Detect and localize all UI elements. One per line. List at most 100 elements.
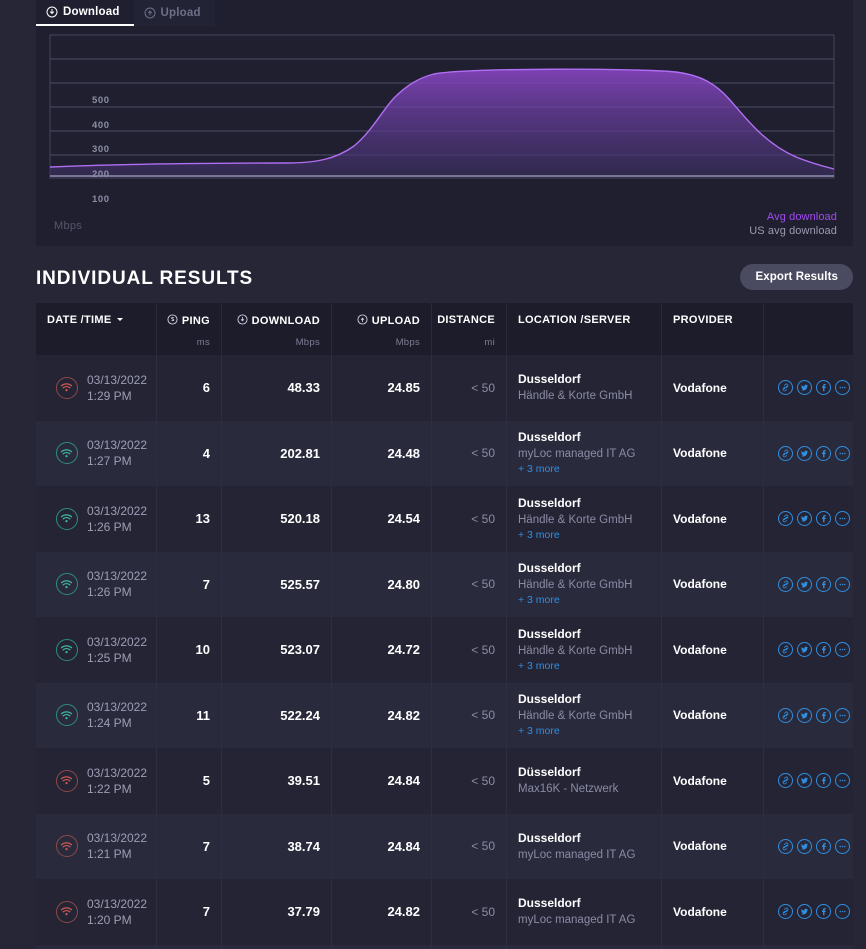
more-icon[interactable] bbox=[835, 511, 850, 526]
table-row[interactable]: 03/13/2022 1:19 PM 7 49.59 24.86 < 50 Du… bbox=[36, 945, 853, 949]
result-time: 1:26 PM bbox=[87, 584, 147, 600]
cell-download: 202.81 bbox=[222, 421, 332, 487]
cell-distance: < 50 bbox=[432, 879, 507, 945]
column-header-distance-unit: mi bbox=[484, 337, 495, 348]
link-icon[interactable] bbox=[778, 380, 793, 395]
download-value: 39.51 bbox=[222, 773, 320, 788]
cell-upload: 24.86 bbox=[332, 945, 432, 949]
twitter-icon[interactable] bbox=[797, 708, 812, 723]
chart-panel: Download Upload bbox=[36, 0, 853, 246]
provider-name: Vodafone bbox=[673, 839, 763, 853]
cell-ping: 7 bbox=[157, 552, 222, 618]
distance-value: < 50 bbox=[432, 577, 495, 591]
cell-location-server: Dusseldorf myLoc managed IT AG bbox=[507, 814, 662, 880]
ping-value: 6 bbox=[157, 380, 210, 395]
twitter-icon[interactable] bbox=[797, 446, 812, 461]
cell-provider: Vodafone bbox=[662, 486, 764, 552]
twitter-icon[interactable] bbox=[797, 839, 812, 854]
distance-value: < 50 bbox=[432, 446, 495, 460]
download-value: 48.33 bbox=[222, 380, 320, 395]
link-icon[interactable] bbox=[778, 446, 793, 461]
cell-download: 37.79 bbox=[222, 879, 332, 945]
link-icon[interactable] bbox=[778, 577, 793, 592]
table-row[interactable]: 03/13/2022 1:25 PM 10 523.07 24.72 < 50 … bbox=[36, 617, 853, 683]
more-servers-link[interactable]: + 3 more bbox=[518, 659, 661, 674]
cell-ping: 7 bbox=[157, 945, 222, 949]
link-icon[interactable] bbox=[778, 708, 793, 723]
facebook-icon[interactable] bbox=[816, 773, 831, 788]
link-icon[interactable] bbox=[778, 773, 793, 788]
column-header-location-server[interactable]: LOCATION /SERVER bbox=[507, 303, 662, 355]
more-servers-link[interactable]: + 3 more bbox=[518, 528, 661, 543]
twitter-icon[interactable] bbox=[797, 773, 812, 788]
link-icon[interactable] bbox=[778, 642, 793, 657]
sort-caret-icon[interactable] bbox=[116, 314, 124, 326]
cell-provider: Vodafone bbox=[662, 421, 764, 487]
column-header-download[interactable]: DOWNLOAD Mbps bbox=[222, 303, 332, 355]
column-header-ping[interactable]: PING ms bbox=[157, 303, 222, 355]
more-icon[interactable] bbox=[835, 773, 850, 788]
twitter-icon[interactable] bbox=[797, 642, 812, 657]
result-time: 1:20 PM bbox=[87, 912, 147, 928]
export-results-button[interactable]: Export Results bbox=[740, 264, 853, 290]
facebook-icon[interactable] bbox=[816, 904, 831, 919]
cell-distance: < 50 bbox=[432, 748, 507, 814]
column-header-distance[interactable]: DISTANCE mi bbox=[432, 303, 507, 355]
more-icon[interactable] bbox=[835, 577, 850, 592]
link-icon[interactable] bbox=[778, 839, 793, 854]
tab-download[interactable]: Download bbox=[36, 0, 134, 26]
more-servers-link[interactable]: + 3 more bbox=[518, 724, 661, 739]
more-icon[interactable] bbox=[835, 446, 850, 461]
cell-ping: 6 bbox=[157, 355, 222, 421]
more-icon[interactable] bbox=[835, 708, 850, 723]
table-row[interactable]: 03/13/2022 1:29 PM 6 48.33 24.85 < 50 Du… bbox=[36, 355, 853, 421]
facebook-icon[interactable] bbox=[816, 839, 831, 854]
cell-date-time: 03/13/2022 1:26 PM bbox=[36, 552, 157, 618]
cell-ping: 10 bbox=[157, 617, 222, 683]
table-row[interactable]: 03/13/2022 1:26 PM 13 520.18 24.54 < 50 … bbox=[36, 486, 853, 552]
server-name: myLoc managed IT AG bbox=[518, 912, 661, 928]
cell-distance: < 50 bbox=[432, 486, 507, 552]
facebook-icon[interactable] bbox=[816, 708, 831, 723]
twitter-icon[interactable] bbox=[797, 904, 812, 919]
location-name: Dusseldorf bbox=[518, 895, 661, 912]
more-icon[interactable] bbox=[835, 380, 850, 395]
provider-name: Vodafone bbox=[673, 774, 763, 788]
column-header-upload[interactable]: UPLOAD Mbps bbox=[332, 303, 432, 355]
link-icon[interactable] bbox=[778, 511, 793, 526]
more-icon[interactable] bbox=[835, 642, 850, 657]
twitter-icon[interactable] bbox=[797, 511, 812, 526]
cell-distance: < 50 bbox=[432, 683, 507, 749]
cell-ping: 7 bbox=[157, 879, 222, 945]
link-icon[interactable] bbox=[778, 904, 793, 919]
table-row[interactable]: 03/13/2022 1:26 PM 7 525.57 24.80 < 50 D… bbox=[36, 552, 853, 618]
more-icon[interactable] bbox=[835, 839, 850, 854]
twitter-icon[interactable] bbox=[797, 577, 812, 592]
table-row[interactable]: 03/13/2022 1:22 PM 5 39.51 24.84 < 50 Dü… bbox=[36, 748, 853, 814]
table-row[interactable]: 03/13/2022 1:27 PM 4 202.81 24.48 < 50 D… bbox=[36, 421, 853, 487]
facebook-icon[interactable] bbox=[816, 642, 831, 657]
more-servers-link[interactable]: + 3 more bbox=[518, 593, 661, 608]
download-value: 520.18 bbox=[222, 511, 320, 526]
tab-upload[interactable]: Upload bbox=[134, 0, 215, 26]
column-header-date-time[interactable]: DATE /TIME bbox=[36, 303, 157, 355]
location-name: Dusseldorf bbox=[518, 429, 661, 446]
result-time: 1:21 PM bbox=[87, 846, 147, 862]
results-header: INDIVIDUAL RESULTS Export Results bbox=[36, 262, 853, 298]
server-name: Händle & Korte GmbH bbox=[518, 643, 661, 659]
more-icon[interactable] bbox=[835, 904, 850, 919]
twitter-icon[interactable] bbox=[797, 380, 812, 395]
more-servers-link[interactable]: + 3 more bbox=[518, 462, 661, 477]
location-name: Dusseldorf bbox=[518, 830, 661, 847]
facebook-icon[interactable] bbox=[816, 446, 831, 461]
table-row[interactable]: 03/13/2022 1:24 PM 11 522.24 24.82 < 50 … bbox=[36, 683, 853, 749]
cell-date-time: 03/13/2022 1:26 PM bbox=[36, 486, 157, 552]
table-row[interactable]: 03/13/2022 1:21 PM 7 38.74 24.84 < 50 Du… bbox=[36, 814, 853, 880]
facebook-icon[interactable] bbox=[816, 511, 831, 526]
facebook-icon[interactable] bbox=[816, 577, 831, 592]
cell-provider: Vodafone bbox=[662, 748, 764, 814]
facebook-icon[interactable] bbox=[816, 380, 831, 395]
page-title: INDIVIDUAL RESULTS bbox=[36, 262, 853, 296]
table-row[interactable]: 03/13/2022 1:20 PM 7 37.79 24.82 < 50 Du… bbox=[36, 879, 853, 945]
column-header-provider[interactable]: PROVIDER bbox=[662, 303, 764, 355]
